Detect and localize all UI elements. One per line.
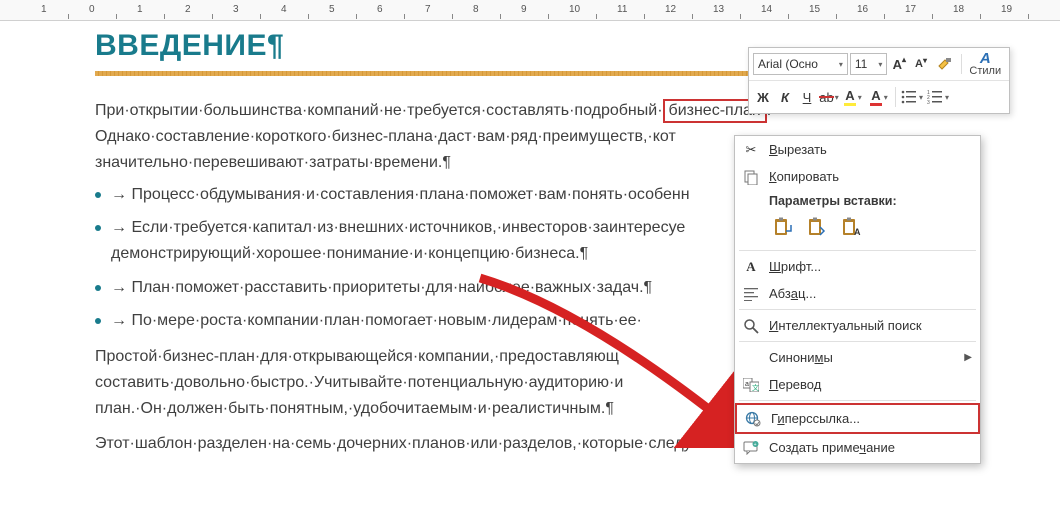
ruler-number: 12: [665, 4, 676, 15]
menu-copy[interactable]: Копировать: [735, 163, 980, 190]
ruler-number: 4: [281, 4, 287, 15]
para1-part-a: При·открытии·большинства·компаний·не·тре…: [95, 102, 663, 119]
ruler-number: 13: [713, 4, 724, 15]
separator: [739, 400, 976, 401]
svg-text:+: +: [754, 442, 757, 448]
underline-button[interactable]: Ч: [797, 87, 817, 107]
format-painter-button[interactable]: [933, 54, 957, 74]
ruler-number: 2: [185, 4, 191, 15]
svg-text:A: A: [854, 227, 861, 237]
styles-label: Стили: [969, 66, 1001, 77]
paste-options-row: A: [735, 212, 980, 248]
separator: [961, 54, 962, 74]
menu-synonyms[interactable]: Синонимы ▶: [735, 344, 980, 371]
paste-merge-button[interactable]: [803, 214, 831, 242]
ruler-number: 5: [329, 4, 335, 15]
ruler-number: 15: [809, 4, 820, 15]
separator: [739, 250, 976, 251]
menu-font[interactable]: А Шрифт...: [735, 253, 980, 280]
ruler-number: 19: [1001, 4, 1012, 15]
styles-button[interactable]: A Стили: [966, 51, 1005, 77]
font-name-value: Arial (Осно: [758, 57, 818, 71]
ruler-number: 6: [377, 4, 383, 15]
chevron-down-icon: ▾: [878, 60, 882, 69]
menu-translate[interactable]: a文 Перевод: [735, 371, 980, 398]
font-color-button[interactable]: А▾: [867, 87, 891, 107]
globe-link-icon: [741, 409, 765, 429]
numbering-button[interactable]: 123 ▾: [926, 87, 950, 107]
bullet-marker: [95, 225, 101, 231]
menu-paragraph[interactable]: Абзац...: [735, 280, 980, 307]
copy-icon: [739, 167, 763, 187]
ruler-number: 3: [233, 4, 239, 15]
bullet-marker: [95, 318, 101, 324]
cut-rest: ырезать: [778, 142, 827, 157]
paste-text-only-button[interactable]: A: [837, 214, 865, 242]
font-a-icon: А: [739, 257, 763, 277]
chevron-down-icon: ▾: [884, 93, 888, 102]
mini-toolbar: Arial (Осно ▾ 11 ▾ A▴ A▾ A Стили Ж К Ч a…: [748, 47, 1010, 114]
italic-button[interactable]: К: [775, 87, 795, 107]
para1-part-d: значительно·перевешивают·затраты·времени…: [95, 154, 451, 171]
ruler-number: 17: [905, 4, 916, 15]
bullets-button[interactable]: ▾: [900, 87, 924, 107]
bullet-text: → По·мере·роста·компании·план·помогает·н…: [111, 308, 642, 334]
ruler-number: 7: [425, 4, 431, 15]
menu-hyperlink[interactable]: Гиперссылка...: [735, 403, 980, 434]
mini-toolbar-row-2: Ж К Ч ab▾ A▾ А▾ ▾ 123 ▾: [749, 80, 1009, 113]
font-size-value: 11: [855, 57, 867, 71]
paragraph-icon: [739, 284, 763, 304]
paste-options-header: Параметры вставки:: [735, 190, 980, 212]
font-name-combo[interactable]: Arial (Осно ▾: [753, 53, 848, 75]
bullet-text: → План·поможет·расставить·приоритеты·для…: [111, 275, 652, 301]
ruler-number: 16: [857, 4, 868, 15]
decrease-font-button[interactable]: A▾: [911, 54, 931, 74]
search-icon: [739, 316, 763, 336]
chevron-down-icon: ▾: [839, 60, 843, 69]
bold-button[interactable]: Ж: [753, 87, 773, 107]
svg-text:a: a: [745, 381, 749, 388]
highlight-button[interactable]: A▾: [841, 87, 865, 107]
para1-part-c: Однако·составление·короткого·бизнес-план…: [95, 128, 676, 145]
chevron-down-icon: ▾: [858, 93, 862, 102]
paste-keep-source-button[interactable]: [769, 214, 797, 242]
ruler-number: 9: [521, 4, 527, 15]
svg-text:3: 3: [927, 100, 930, 104]
font-size-combo[interactable]: 11 ▾: [850, 53, 888, 75]
translate-icon: a文: [739, 375, 763, 395]
bullet-text: → Процесс·обдумывания·и·составления·план…: [111, 182, 690, 208]
ruler-number: 10: [569, 4, 580, 15]
chevron-down-icon: ▾: [945, 93, 949, 102]
ruler-number: 8: [473, 4, 479, 15]
chevron-down-icon: ▾: [835, 93, 839, 102]
menu-cut[interactable]: ✂ Вырезать: [735, 136, 980, 163]
separator: [739, 341, 976, 342]
ruler-number: 0: [89, 4, 95, 15]
menu-smart-lookup[interactable]: Интеллектуальный поиск: [735, 312, 980, 339]
comment-icon: +: [739, 438, 763, 458]
bullet-marker: [95, 192, 101, 198]
ruler-number: 14: [761, 4, 772, 15]
svg-text:文: 文: [752, 383, 759, 392]
ruler-number: 1: [137, 4, 143, 15]
context-menu: ✂ Вырезать Копировать Параметры вставки:…: [734, 135, 981, 464]
ruler-number: 18: [953, 4, 964, 15]
blank-icon: [739, 348, 763, 368]
scissors-icon: ✂: [739, 140, 763, 160]
ruler-number: 1: [41, 4, 47, 15]
strikethrough-button[interactable]: ab▾: [819, 87, 839, 107]
separator: [739, 309, 976, 310]
mini-toolbar-row-1: Arial (Осно ▾ 11 ▾ A▴ A▾ A Стили: [749, 48, 1009, 80]
increase-font-button[interactable]: A▴: [889, 54, 909, 74]
bullet-marker: [95, 285, 101, 291]
separator: [895, 87, 896, 107]
chevron-right-icon: ▶: [964, 352, 972, 363]
chevron-down-icon: ▾: [919, 93, 923, 102]
horizontal-ruler: 1012345678910111213141516171819: [0, 0, 1060, 21]
ruler-number: 11: [617, 4, 627, 15]
ruler-inner: 1012345678910111213141516171819: [0, 0, 1060, 20]
menu-new-comment[interactable]: + Создать примечание: [735, 434, 980, 461]
